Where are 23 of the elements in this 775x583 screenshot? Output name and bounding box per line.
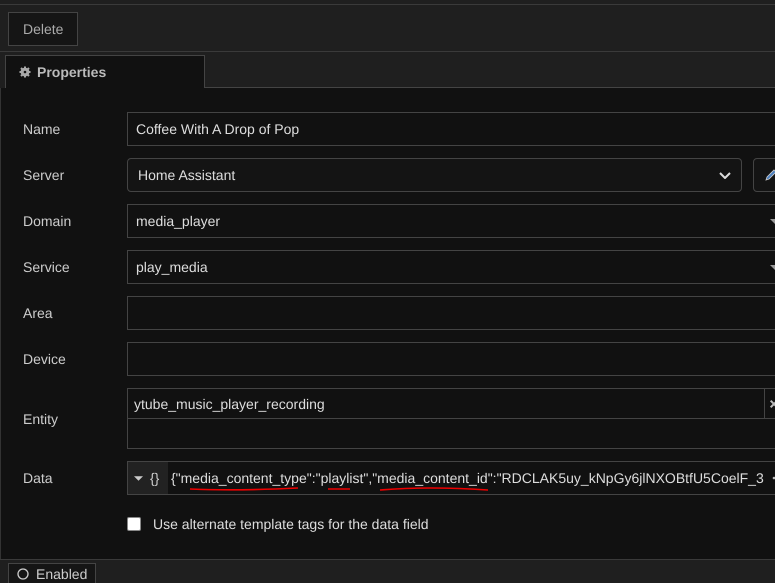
text-field[interactable] <box>127 342 775 376</box>
field-label: Device <box>23 351 67 367</box>
gear-icon <box>19 66 31 78</box>
checkbox[interactable] <box>127 517 141 531</box>
combo-field[interactable]: media_player <box>127 204 775 238</box>
delete-button[interactable]: Delete <box>8 12 78 46</box>
field-label: Service <box>23 259 71 275</box>
chevron-down-icon <box>719 172 731 178</box>
combo-field[interactable]: play_media <box>127 250 775 284</box>
field-label: Entity <box>23 410 60 426</box>
checkbox-label: Use alternate template tags for the data field <box>153 516 428 532</box>
field-label: Domain <box>23 213 72 229</box>
tab[interactable]: Properties <box>5 55 205 88</box>
field-label: Data <box>23 470 54 486</box>
server-select[interactable]: Home Assistant <box>127 158 742 192</box>
text-field[interactable]: Coffee With A Drop of Pop <box>127 112 775 146</box>
field-label: Server <box>23 167 66 183</box>
enabled-button[interactable]: Enabled <box>8 563 96 583</box>
pencil-icon <box>764 168 775 182</box>
circle-icon <box>17 568 29 580</box>
field-label: Name <box>23 121 62 137</box>
text-field[interactable] <box>127 296 775 330</box>
field-label: Area <box>23 305 54 321</box>
